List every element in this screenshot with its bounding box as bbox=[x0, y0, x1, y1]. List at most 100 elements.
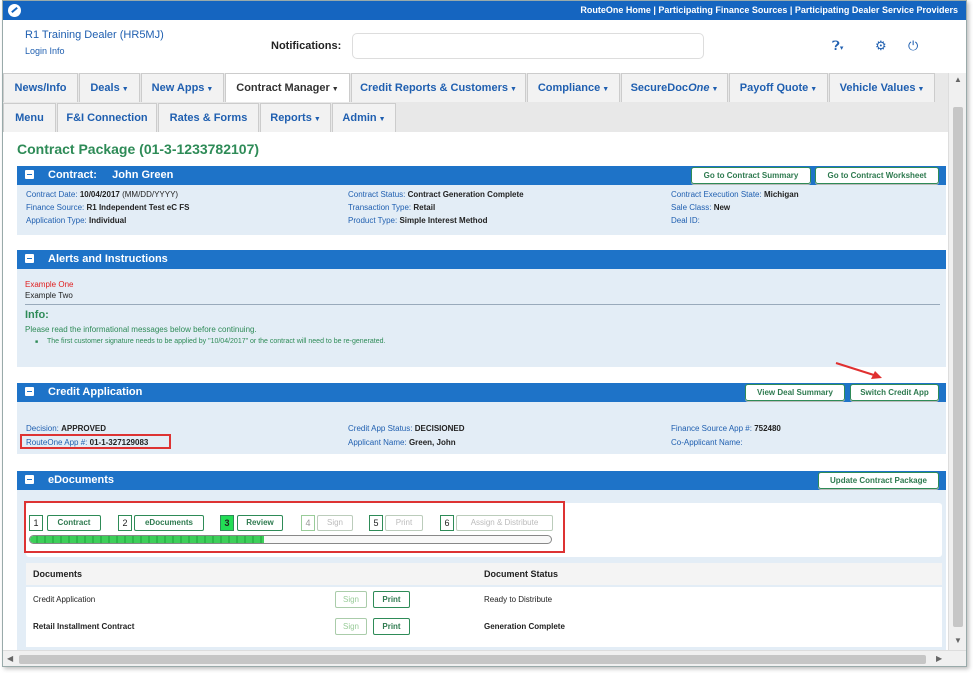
tab-deals[interactable]: Deals ▼ bbox=[79, 73, 140, 102]
page-title: Contract Package (01-3-1233782107) bbox=[17, 141, 260, 157]
document-status: Ready to Distribute bbox=[484, 595, 553, 604]
gear-icon[interactable]: ⚙ bbox=[875, 38, 887, 54]
tab-rates-forms[interactable]: Rates & Forms bbox=[158, 103, 259, 132]
scroll-right-icon[interactable]: ▶ bbox=[936, 654, 942, 663]
product-type: Product Type: Simple Interest Method bbox=[348, 216, 488, 225]
scrollbar-thumb[interactable] bbox=[19, 655, 926, 664]
power-icon[interactable]: ⏻ bbox=[908, 38, 918, 54]
go-to-contract-summary-button[interactable]: Go to Contract Summary bbox=[691, 167, 811, 184]
go-to-contract-worksheet-button[interactable]: Go to Contract Worksheet bbox=[815, 167, 939, 184]
notifications-label: Notifications: bbox=[271, 40, 342, 52]
alerts-panel: Alerts and Instructions Example One Exam… bbox=[17, 250, 946, 367]
scrollbar-thumb[interactable] bbox=[953, 107, 963, 627]
application-type: Application Type: Individual bbox=[26, 216, 127, 225]
main-content: Contract Package (01-3-1233782107) Contr… bbox=[3, 132, 948, 650]
sale-class: Sale Class: New bbox=[671, 203, 731, 212]
tab-menu[interactable]: Menu bbox=[3, 103, 56, 132]
tab-reports[interactable]: Reports ▼ bbox=[260, 103, 331, 132]
finance-source: Finance Source: R1 Independent Test eC F… bbox=[26, 203, 190, 212]
contract-panel: Contract: John Green Go to Contract Summ… bbox=[17, 166, 946, 235]
switch-credit-app-button[interactable]: Switch Credit App bbox=[850, 384, 939, 401]
edocuments-panel-header: eDocuments Update Contract Package bbox=[17, 471, 946, 490]
chevron-down-icon: ▼ bbox=[378, 116, 386, 123]
vertical-scrollbar[interactable]: ▲ ▼ bbox=[948, 73, 966, 650]
decision: Decision: APPROVED bbox=[26, 424, 107, 433]
co-applicant-name: Co-Applicant Name: bbox=[671, 438, 743, 447]
chevron-down-icon: ▼ bbox=[917, 86, 925, 93]
alerts-panel-header: Alerts and Instructions bbox=[17, 250, 946, 269]
edocuments-panel-title: eDocuments bbox=[48, 474, 115, 486]
info-title: Info: bbox=[25, 309, 49, 321]
col-document-status: Document Status bbox=[484, 569, 559, 579]
credit-app-status: Credit App Status: DECISIONED bbox=[348, 424, 465, 433]
tab-payoff-quote[interactable]: Payoff Quote ▼ bbox=[729, 73, 828, 102]
steps-highlight bbox=[24, 501, 565, 553]
chevron-down-icon: ▼ bbox=[509, 86, 517, 93]
collapse-icon[interactable] bbox=[25, 170, 34, 179]
collapse-icon[interactable] bbox=[25, 387, 34, 396]
tab-securedocone[interactable]: SecureDocOne ▼ bbox=[621, 73, 728, 102]
col-documents: Documents bbox=[33, 569, 83, 579]
help-icon[interactable]: ❓︎▾ bbox=[832, 38, 843, 54]
notifications-box[interactable] bbox=[352, 33, 704, 59]
sign-button[interactable]: Sign bbox=[335, 591, 367, 608]
top-links[interactable]: RouteOne Home | Participating Finance So… bbox=[580, 5, 958, 15]
tab-new-apps[interactable]: New Apps ▼ bbox=[141, 73, 224, 102]
table-row: Credit Application Sign Print Ready to D… bbox=[26, 587, 942, 613]
tab-news-info[interactable]: News/Info bbox=[3, 73, 78, 102]
contract-panel-header: Contract: John Green Go to Contract Summ… bbox=[17, 166, 946, 185]
credit-panel-title: Credit Application bbox=[48, 386, 143, 398]
deal-id: Deal ID: bbox=[671, 216, 700, 225]
browser-frame: RouteOne Home | Participating Finance So… bbox=[2, 0, 967, 667]
tab-compliance[interactable]: Compliance ▼ bbox=[527, 73, 620, 102]
update-contract-package-button[interactable]: Update Contract Package bbox=[818, 472, 939, 489]
scroll-left-icon[interactable]: ◀ bbox=[7, 654, 13, 663]
alert-example-two: Example Two bbox=[25, 291, 73, 300]
routeone-logo-icon bbox=[8, 4, 21, 17]
tab-fi-connection[interactable]: F&I Connection bbox=[57, 103, 157, 132]
main-nav: News/Info Deals ▼ New Apps ▼ Contract Mana… bbox=[3, 73, 948, 132]
info-bullet: The first customer signature needs to be… bbox=[35, 338, 385, 345]
document-name: Credit Application bbox=[33, 595, 96, 604]
tab-credit-reports[interactable]: Credit Reports & Customers ▼ bbox=[351, 73, 526, 102]
alert-example-one: Example One bbox=[25, 280, 74, 289]
annotation-arrow-icon bbox=[835, 362, 882, 379]
divider bbox=[25, 304, 940, 305]
top-bar: RouteOne Home | Participating Finance So… bbox=[3, 1, 966, 20]
dealer-name: R1 Training Dealer (HR5MJ) bbox=[25, 29, 164, 41]
sign-button[interactable]: Sign bbox=[335, 618, 367, 635]
info-message: Please read the informational messages b… bbox=[25, 325, 257, 334]
login-info-link[interactable]: Login Info bbox=[25, 46, 65, 56]
chevron-down-icon: ▼ bbox=[121, 86, 129, 93]
header: R1 Training Dealer (HR5MJ) Login Info No… bbox=[3, 20, 966, 73]
contract-panel-title: Contract: bbox=[48, 169, 97, 181]
contract-status: Contract Status: Contract Generation Com… bbox=[348, 190, 524, 199]
tab-vehicle-values[interactable]: Vehicle Values ▼ bbox=[829, 73, 935, 102]
edocuments-panel: eDocuments Update Contract Package 1 Con… bbox=[17, 471, 946, 650]
alerts-panel-title: Alerts and Instructions bbox=[48, 253, 168, 265]
scroll-up-icon[interactable]: ▲ bbox=[954, 75, 962, 84]
chevron-down-icon: ▼ bbox=[331, 86, 339, 93]
document-status: Generation Complete bbox=[484, 622, 565, 631]
chevron-down-icon: ▼ bbox=[711, 86, 719, 93]
chevron-down-icon: ▼ bbox=[602, 86, 610, 93]
credit-panel-header: Credit Application View Deal Summary Swi… bbox=[17, 383, 946, 402]
chevron-down-icon: ▼ bbox=[810, 86, 818, 93]
table-row: Retail Installment Contract Sign Print G… bbox=[26, 614, 942, 640]
finance-source-app-number: Finance Source App #: 752480 bbox=[671, 424, 781, 433]
transaction-type: Transaction Type: Retail bbox=[348, 203, 436, 212]
horizontal-scrollbar[interactable]: ◀ ▶ bbox=[3, 650, 966, 666]
chevron-down-icon: ▼ bbox=[313, 116, 321, 123]
scroll-down-icon[interactable]: ▼ bbox=[954, 636, 962, 645]
routeone-app-number: RouteOne App #: 01-1-327129083 bbox=[26, 438, 149, 447]
tab-admin[interactable]: Admin ▼ bbox=[332, 103, 396, 132]
documents-table: Credit Application Sign Print Ready to D… bbox=[26, 587, 942, 647]
document-name: Retail Installment Contract bbox=[33, 622, 135, 631]
tab-contract-manager[interactable]: Contract Manager ▼ bbox=[225, 73, 350, 102]
print-button[interactable]: Print bbox=[373, 591, 410, 608]
print-button[interactable]: Print bbox=[373, 618, 410, 635]
collapse-icon[interactable] bbox=[25, 475, 34, 484]
collapse-icon[interactable] bbox=[25, 254, 34, 263]
documents-table-header: Documents Document Status bbox=[26, 563, 942, 585]
view-deal-summary-button[interactable]: View Deal Summary bbox=[745, 384, 845, 401]
